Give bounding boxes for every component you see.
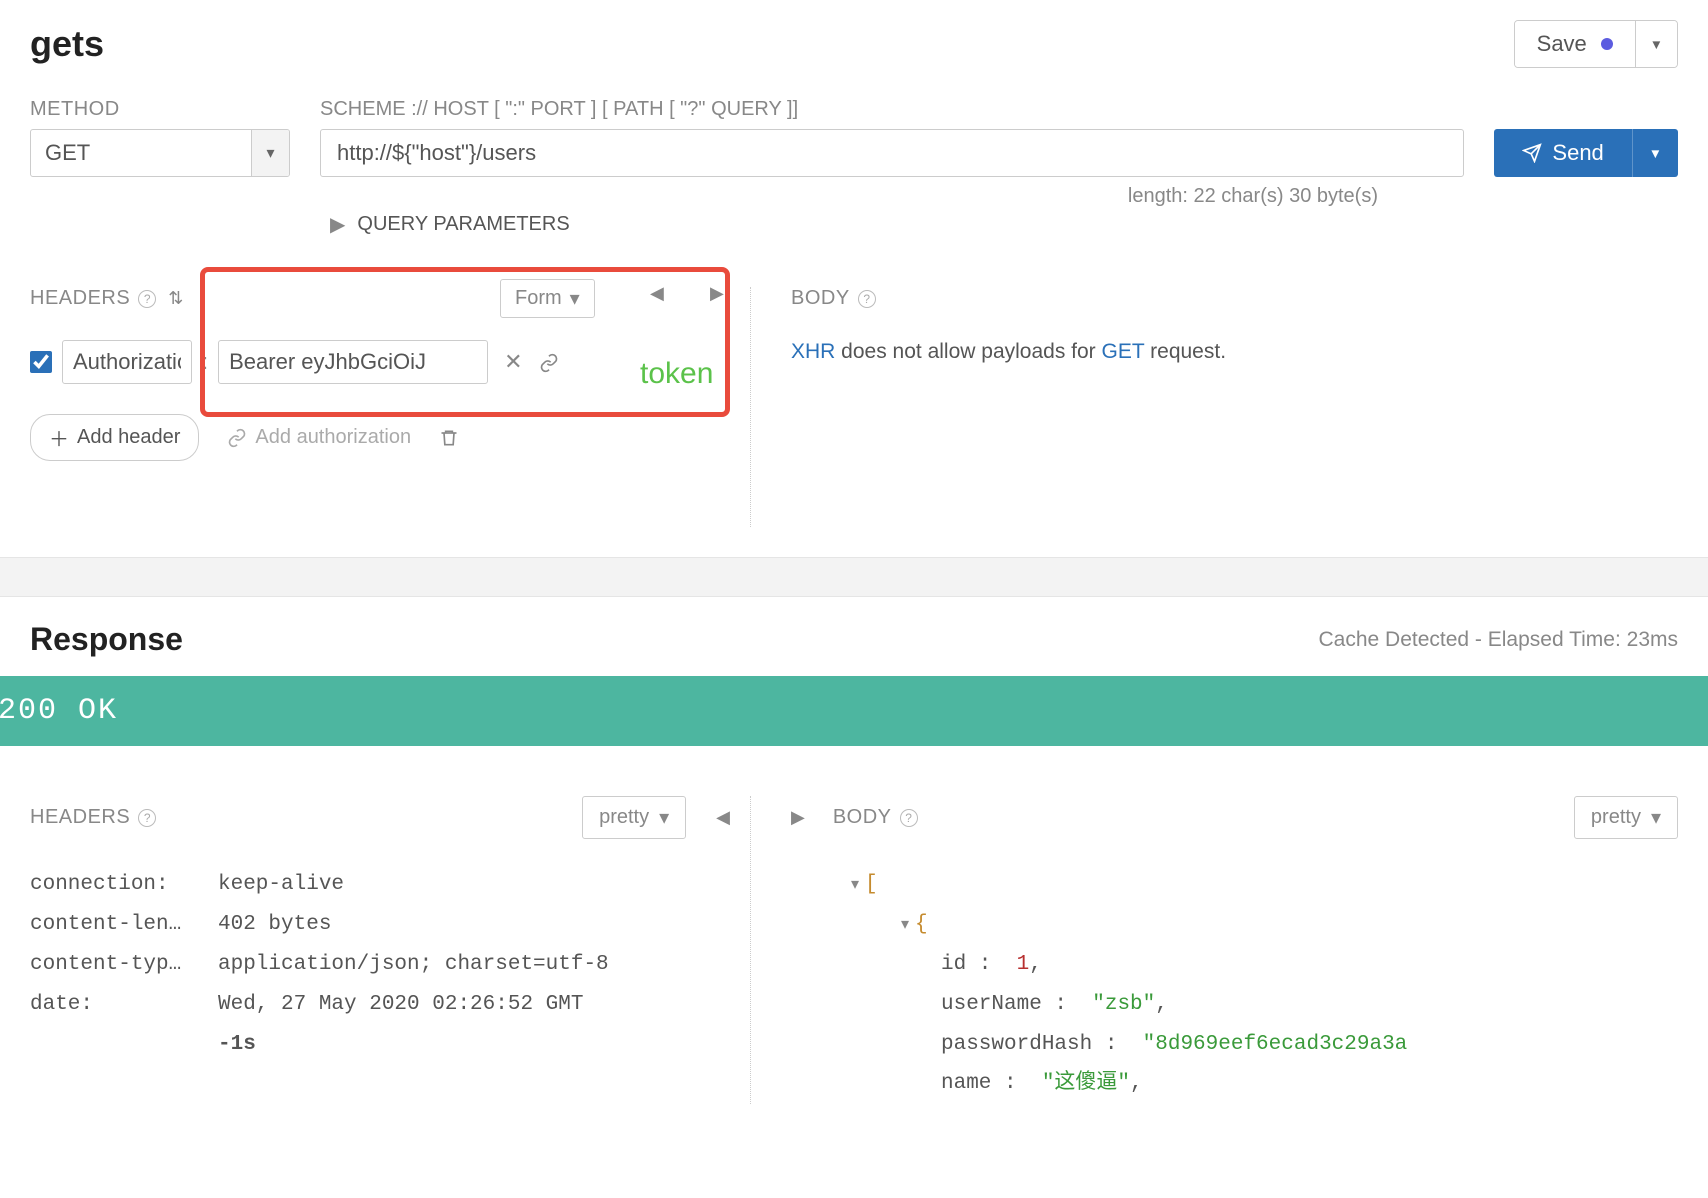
headers-label: HEADERS [30,287,130,310]
header-key: content-typ… [30,945,210,985]
header-value: 402 bytes [218,905,730,945]
header-name-input[interactable] [62,340,192,384]
url-length-meta: length: 22 char(s) 30 byte(s) [30,185,1678,208]
add-authorization-button[interactable]: Add authorization [227,426,411,449]
link-icon [227,428,247,448]
response-body-label: BODY [833,806,892,829]
headers-view-label: Form [515,287,562,310]
header-enabled-checkbox[interactable] [30,351,52,373]
chevron-down-icon: ▾ [266,143,274,163]
pretty-label: pretty [599,806,649,829]
body-label: BODY [791,287,850,310]
plus-icon: ＋ [49,423,69,452]
help-icon[interactable]: ? [138,809,156,827]
header-key: content-len… [30,905,210,945]
add-header-label: Add header [77,426,180,449]
json-id-value: 1 [1017,953,1030,976]
help-icon[interactable]: ? [138,290,156,308]
sort-icon[interactable]: ⇅ [168,288,183,309]
collapse-left-icon[interactable]: ◀ [716,807,730,828]
response-title: Response [30,621,183,658]
triangle-right-icon: ▶ [330,212,345,237]
header-key: connection: [30,865,210,905]
body-not-allowed-message: XHR does not allow payloads for GET requ… [791,340,1678,364]
json-username-value: "zsb" [1092,993,1155,1016]
expand-right-icon[interactable]: ▶ [710,283,724,304]
add-header-button[interactable]: ＋ Add header [30,414,199,461]
send-dropdown-button[interactable]: ▼ [1632,129,1678,177]
close-icon: ✕ [504,349,522,374]
trash-icon [439,428,459,448]
chevron-down-icon: ▾ [659,805,669,830]
collapse-left-icon[interactable]: ◀ [650,283,664,304]
link-icon[interactable] [539,351,559,372]
chevron-down-icon: ▾ [1651,805,1661,830]
chevron-down-icon: ▼ [1649,146,1662,161]
response-headers-list: connection: keep-alive content-len… 402 … [30,865,730,1064]
request-title: gets [30,23,104,65]
json-name-value: "这傻逼" [1042,1072,1130,1095]
header-value-relative: -1s [218,1025,730,1065]
clear-headers-button[interactable] [439,426,459,449]
send-icon [1522,143,1542,163]
url-input[interactable] [320,129,1464,177]
header-value: application/json; charset=utf-8 [218,945,730,985]
save-button[interactable]: Save [1515,21,1635,67]
collapse-caret-icon[interactable]: ▾ [901,916,909,934]
header-value: keep-alive [218,865,730,905]
query-parameters-label: QUERY PARAMETERS [357,213,569,236]
send-label: Send [1552,140,1603,166]
save-button-group: Save ▼ [1514,20,1678,68]
method-value: GET [31,130,251,176]
pretty-label: pretty [1591,806,1641,829]
method-label: METHOD [30,98,290,121]
response-headers-format-dropdown[interactable]: pretty ▾ [582,796,686,839]
headers-view-dropdown[interactable]: Form ▾ [500,279,595,318]
url-label: SCHEME :// HOST [ ":" PORT ] [ PATH [ "?… [320,98,1678,121]
response-headers-label: HEADERS [30,806,130,829]
section-divider [0,557,1708,597]
method-link[interactable]: GET [1102,340,1145,363]
token-annotation: token [640,357,713,391]
header-key: date: [30,985,210,1065]
help-icon[interactable]: ? [900,809,918,827]
query-parameters-toggle[interactable]: ▶ QUERY PARAMETERS [330,212,1678,237]
save-label: Save [1537,31,1587,57]
response-meta: Cache Detected - Elapsed Time: 23ms [1318,628,1678,652]
remove-header-button[interactable]: ✕ [498,349,528,375]
chevron-down-icon: ▼ [1650,37,1663,52]
send-button[interactable]: Send [1494,129,1631,177]
chevron-down-icon: ▾ [570,286,580,311]
method-select[interactable]: GET ▾ [30,129,290,177]
method-dropdown-caret[interactable]: ▾ [251,130,289,176]
save-dropdown-button[interactable]: ▼ [1635,21,1677,67]
colon-separator: : [202,349,208,375]
header-value: Wed, 27 May 2020 02:26:52 GMT [218,985,730,1025]
xhr-link[interactable]: XHR [791,340,835,363]
response-status-bar: 200 OK [0,676,1708,746]
expand-right-icon[interactable]: ▶ [791,807,805,828]
response-body-format-dropdown[interactable]: pretty ▾ [1574,796,1678,839]
add-authorization-label: Add authorization [255,426,411,449]
header-value-input[interactable] [218,340,488,384]
response-body-json: ▾[ ▾{ id : 1, userName : "zsb", password… [791,865,1678,1104]
help-icon[interactable]: ? [858,290,876,308]
collapse-caret-icon[interactable]: ▾ [851,876,859,894]
unsaved-dot-icon [1601,38,1613,50]
json-passwordhash-value: "8d969eef6ecad3c29a3a [1143,1033,1408,1056]
